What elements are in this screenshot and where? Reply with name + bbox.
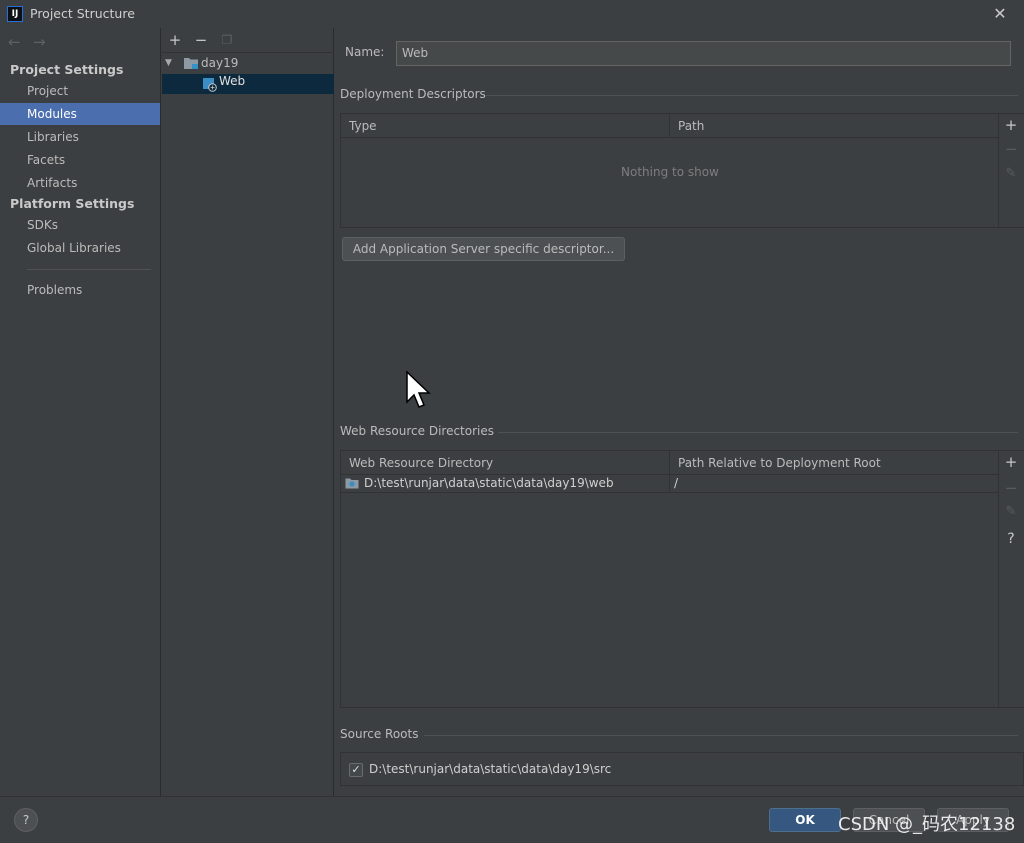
sidebar-item-global-libraries[interactable]: Global Libraries	[0, 237, 160, 259]
sidebar-item-libraries[interactable]: Libraries	[0, 126, 160, 148]
add-web-resource-icon[interactable]: +	[999, 453, 1023, 471]
web-folder-icon	[345, 478, 359, 489]
sidebar-item-artifacts[interactable]: Artifacts	[0, 172, 160, 194]
sidebar-item-project[interactable]: Project	[0, 80, 160, 102]
web-resource-directories-title: Web Resource Directories	[340, 424, 494, 438]
window-title: Project Structure	[30, 6, 135, 21]
name-label: Name:	[345, 45, 385, 59]
add-descriptor-icon[interactable]: +	[999, 116, 1023, 134]
column-header-path[interactable]: Path	[670, 114, 704, 138]
web-resource-directories-table: Web Resource Directory Path Relative to …	[340, 450, 1024, 708]
table-header: Web Resource Directory Path Relative to …	[341, 451, 998, 475]
module-tree-panel	[162, 28, 334, 796]
source-roots-list: ✓ D:\test\runjar\data\static\data\day19\…	[340, 752, 1024, 786]
sidebar-item-facets[interactable]: Facets	[0, 149, 160, 171]
section-divider	[486, 95, 1018, 96]
tree-node-day19[interactable]: ▼ day19	[165, 53, 330, 73]
project-settings-header: Project Settings	[10, 62, 124, 77]
ok-button[interactable]: OK	[769, 808, 841, 832]
platform-settings-header: Platform Settings	[10, 196, 135, 211]
edit-descriptor-icon[interactable]: ✎	[999, 166, 1023, 181]
tree-node-web-label: Web	[219, 74, 246, 88]
column-header-type[interactable]: Type	[341, 114, 377, 138]
source-root-path: D:\test\runjar\data\static\data\day19\sr…	[369, 762, 612, 776]
close-icon[interactable]: ✕	[990, 4, 1010, 24]
sidebar-divider	[27, 269, 151, 270]
mouse-cursor-icon	[406, 370, 431, 408]
web-resource-directory-cell: D:\test\runjar\data\static\data\day19\we…	[364, 476, 614, 490]
edit-web-resource-icon[interactable]: ✎	[999, 504, 1023, 519]
help-button[interactable]: ?	[14, 808, 38, 832]
relative-path-cell: /	[674, 476, 679, 490]
intellij-app-icon: IJ	[7, 6, 23, 22]
tree-node-day19-label: day19	[201, 56, 239, 70]
add-server-descriptor-button[interactable]: Add Application Server specific descript…	[342, 237, 625, 261]
deployment-descriptors-table: Type Path Nothing to show + − ✎	[340, 113, 1024, 228]
remove-icon[interactable]: −	[192, 30, 210, 50]
table-header: Type Path	[341, 114, 998, 138]
section-divider	[424, 735, 1018, 736]
web-resource-table-toolbar: + − ✎ ?	[998, 451, 1024, 707]
forward-arrow-icon[interactable]: →	[33, 33, 46, 51]
source-roots-title: Source Roots	[340, 727, 419, 741]
name-field[interactable]: Web	[396, 41, 1011, 66]
sidebar-item-problems[interactable]: Problems	[0, 279, 160, 301]
column-header-web-resource-directory[interactable]: Web Resource Directory	[341, 451, 493, 475]
module-folder-icon	[184, 58, 198, 69]
table-row[interactable]: D:\test\runjar\data\static\data\day19\we…	[341, 475, 998, 493]
csdn-watermark: CSDN @_码农12138	[838, 814, 1016, 835]
source-root-checkbox[interactable]: ✓	[349, 763, 363, 777]
web-facet-icon	[203, 78, 217, 92]
deployment-table-toolbar: + − ✎	[998, 114, 1024, 227]
title-bar: IJ Project Structure ✕	[0, 0, 1024, 28]
back-arrow-icon[interactable]: ←	[8, 33, 21, 51]
help-question-icon[interactable]: ?	[999, 531, 1023, 547]
deployment-descriptors-title: Deployment Descriptors	[340, 87, 486, 101]
column-separator	[669, 475, 670, 493]
add-icon[interactable]: +	[166, 30, 184, 50]
column-header-relative-path[interactable]: Path Relative to Deployment Root	[670, 451, 881, 475]
section-divider	[498, 432, 1018, 433]
empty-table-message: Nothing to show	[621, 165, 719, 179]
sidebar-item-modules[interactable]: Modules	[0, 103, 160, 125]
copy-icon[interactable]: ❐	[218, 30, 236, 50]
remove-web-resource-icon[interactable]: −	[999, 479, 1023, 497]
remove-descriptor-icon[interactable]: −	[999, 140, 1023, 158]
expand-triangle-icon[interactable]: ▼	[165, 53, 172, 73]
sidebar-item-sdks[interactable]: SDKs	[0, 214, 160, 236]
tree-node-web[interactable]: Web	[162, 74, 334, 94]
